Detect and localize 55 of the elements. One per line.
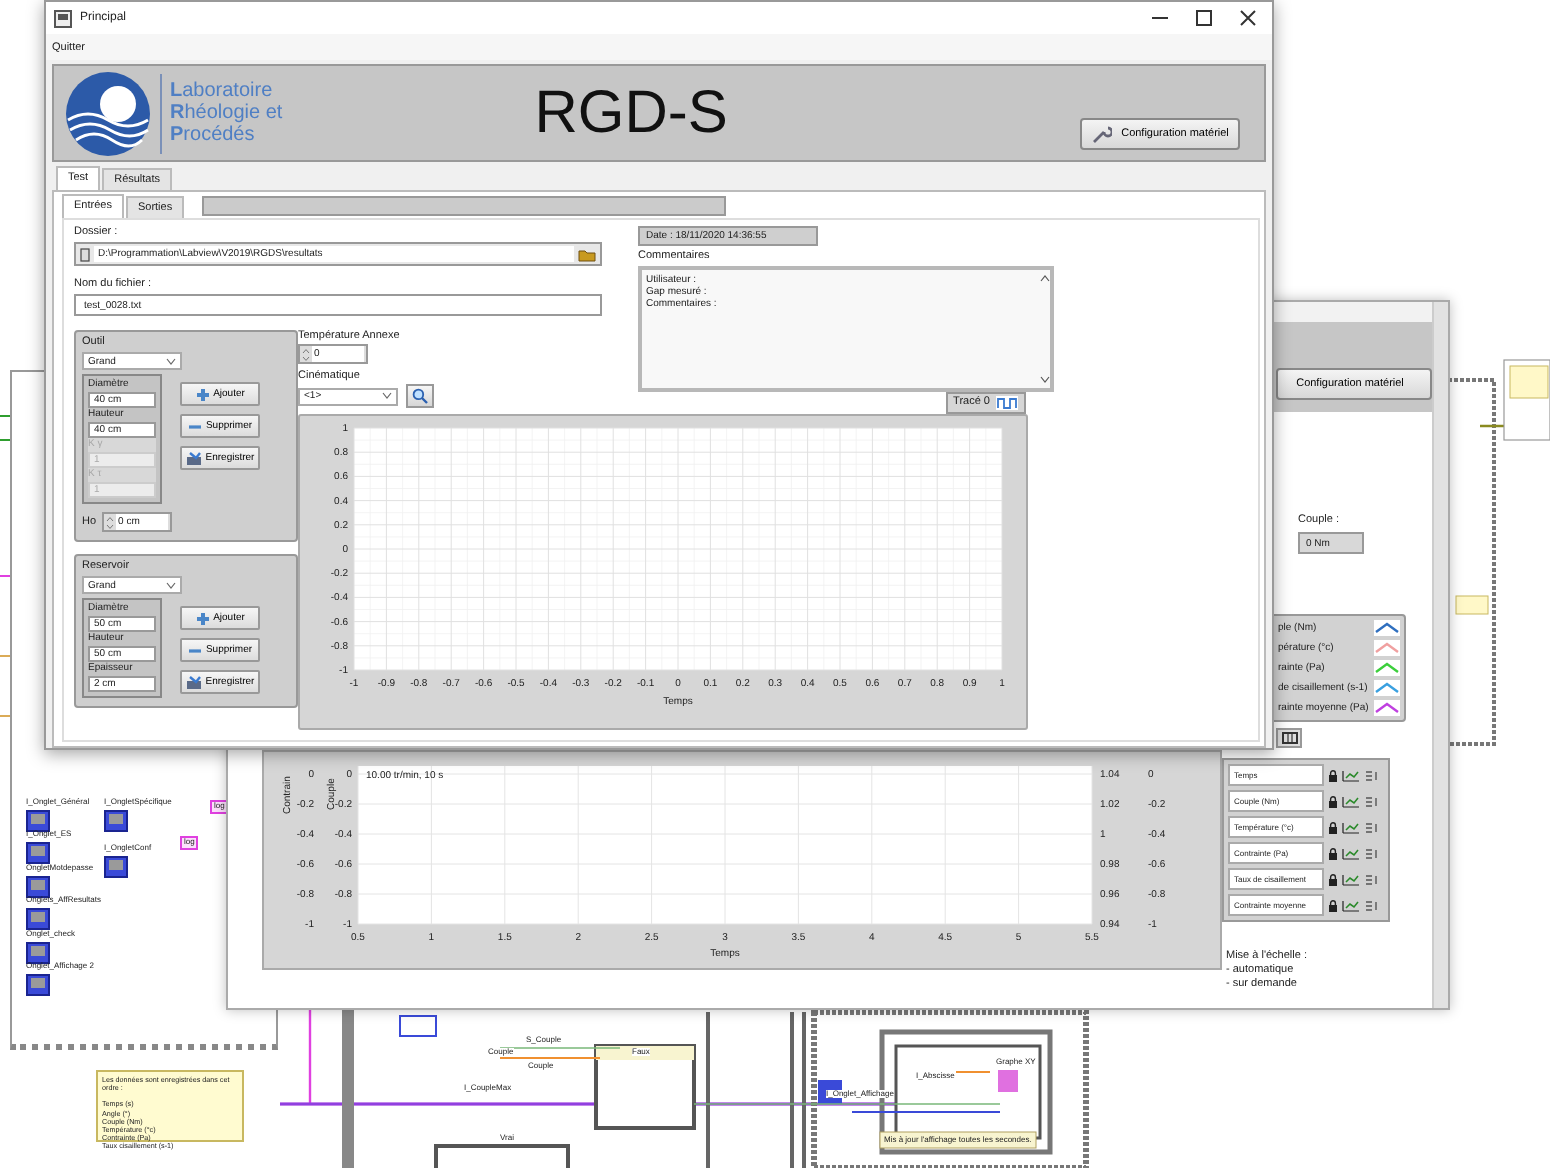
square-wave-icon[interactable] (996, 396, 1018, 410)
terminal-icon (26, 908, 50, 930)
plus-icon (195, 611, 210, 625)
spinner-icon[interactable] (106, 515, 115, 529)
caret-icon (166, 581, 176, 589)
maximize-icon[interactable] (1196, 10, 1212, 26)
line-style-icon[interactable] (1374, 620, 1400, 636)
lock-icon[interactable] (1328, 873, 1338, 885)
lock-icon[interactable] (1328, 769, 1338, 781)
terminal-icon (104, 856, 128, 878)
save-icon (185, 451, 202, 465)
logo-text: Procédés (170, 124, 257, 146)
scroll-down-icon[interactable] (1039, 376, 1049, 384)
logo-text: Rhéologie et (170, 102, 283, 124)
caret-icon (382, 392, 392, 400)
spinner-icon[interactable] (302, 347, 310, 361)
app-title: RGD-S (532, 79, 730, 147)
lock-icon[interactable] (1328, 847, 1338, 859)
plus-icon (195, 387, 210, 401)
terminal-icon (26, 942, 50, 964)
format-icon[interactable] (1364, 899, 1380, 911)
zoom-button[interactable] (406, 384, 434, 408)
format-icon[interactable] (1364, 769, 1380, 781)
format-icon[interactable] (1364, 873, 1380, 885)
lock-icon[interactable] (1328, 821, 1338, 833)
magnifier-icon (412, 388, 428, 404)
grid-icon (1281, 732, 1297, 744)
path-icon (80, 247, 90, 261)
folder-icon[interactable] (578, 247, 596, 261)
terminal-icon (104, 810, 128, 832)
scrollbar[interactable] (1432, 302, 1448, 1008)
app-icon (54, 9, 72, 27)
line-style-icon[interactable] (1374, 640, 1400, 656)
line-style-icon[interactable] (1374, 660, 1400, 676)
format-icon[interactable] (1364, 821, 1380, 833)
tool-button[interactable] (1276, 728, 1302, 748)
format-icon[interactable] (1364, 847, 1380, 859)
minus-icon (187, 419, 202, 433)
lock-icon[interactable] (1328, 899, 1338, 911)
logo-text: Laboratoire (170, 80, 275, 102)
logo-icon (64, 69, 152, 157)
scroll-up-icon[interactable] (1039, 274, 1049, 282)
minus-icon (187, 643, 202, 657)
terminal-icon (26, 810, 50, 832)
line-style-icon[interactable] (1374, 700, 1400, 716)
wrench-icon (1091, 125, 1112, 143)
lock-icon[interactable] (1328, 795, 1338, 807)
line-style-icon[interactable] (1374, 680, 1400, 696)
format-icon[interactable] (1364, 795, 1380, 807)
terminal-icon (26, 974, 50, 996)
terminal-icon (26, 876, 50, 898)
save-icon (185, 675, 202, 689)
close-icon[interactable] (1240, 10, 1256, 26)
caret-icon (166, 357, 176, 365)
terminal-icon (26, 842, 50, 864)
